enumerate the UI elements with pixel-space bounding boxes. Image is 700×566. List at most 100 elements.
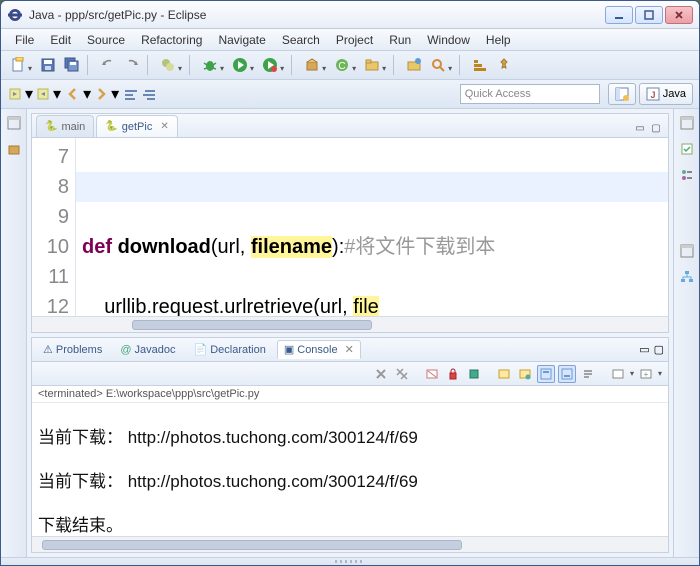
menu-edit[interactable]: Edit bbox=[42, 31, 79, 49]
menu-file[interactable]: File bbox=[7, 31, 42, 49]
new-folder-button[interactable] bbox=[361, 54, 383, 76]
next-annotation-button[interactable] bbox=[7, 86, 23, 102]
outline-icon[interactable] bbox=[679, 167, 695, 183]
sash[interactable] bbox=[1, 557, 699, 565]
word-wrap-icon[interactable] bbox=[579, 365, 597, 383]
editor-hscrollbar[interactable] bbox=[32, 316, 668, 332]
minimize-view-icon[interactable]: ▭ bbox=[632, 123, 648, 137]
prev-annotation-button[interactable] bbox=[35, 86, 51, 102]
remove-all-icon[interactable] bbox=[393, 365, 411, 383]
tab-declaration[interactable]: 📄Declaration bbox=[187, 340, 273, 359]
toggle-breadcrumb-button[interactable] bbox=[469, 54, 491, 76]
console-hscrollbar[interactable] bbox=[32, 536, 668, 552]
problems-icon: ⚠ bbox=[43, 343, 53, 356]
search-button[interactable] bbox=[427, 54, 449, 76]
code-content[interactable]: def download(url, filename):#将文件下载到本 url… bbox=[76, 138, 668, 316]
console-icon: ▣ bbox=[284, 343, 294, 356]
show-console-stderr-icon[interactable] bbox=[558, 365, 576, 383]
menu-navigate[interactable]: Navigate bbox=[210, 31, 273, 49]
forward-button[interactable] bbox=[93, 86, 109, 102]
clear-console-icon[interactable] bbox=[423, 365, 441, 383]
minimize-view-icon[interactable]: ▭ bbox=[639, 343, 649, 356]
redo-icon[interactable] bbox=[121, 54, 143, 76]
open-console-icon[interactable] bbox=[516, 365, 534, 383]
quick-access-input[interactable]: Quick Access bbox=[460, 84, 600, 104]
left-trim bbox=[1, 109, 27, 557]
console-toolbar: ▾ +▾ bbox=[32, 362, 668, 386]
titlebar[interactable]: Java - ppp/src/getPic.py - Eclipse bbox=[1, 1, 699, 29]
bottom-tabs: ⚠Problems @Javadoc 📄Declaration ▣Console… bbox=[32, 338, 668, 362]
declaration-icon: 📄 bbox=[194, 343, 208, 356]
open-type-button[interactable] bbox=[403, 54, 425, 76]
window-title: Java - ppp/src/getPic.py - Eclipse bbox=[29, 8, 605, 22]
svg-text:+: + bbox=[644, 370, 649, 379]
maximize-view-icon[interactable]: ▢ bbox=[648, 123, 664, 137]
quick-access-placeholder: Quick Access bbox=[465, 88, 531, 100]
restore-view-icon-2[interactable] bbox=[679, 243, 695, 259]
restore-view-icon[interactable] bbox=[679, 115, 695, 131]
save-button[interactable] bbox=[37, 54, 59, 76]
tab-javadoc[interactable]: @Javadoc bbox=[113, 341, 182, 359]
menu-project[interactable]: Project bbox=[328, 31, 381, 49]
new-console-icon[interactable]: + bbox=[637, 365, 655, 383]
menu-help[interactable]: Help bbox=[478, 31, 519, 49]
tab-console[interactable]: ▣Console✕ bbox=[277, 340, 361, 359]
pin-button[interactable] bbox=[493, 54, 515, 76]
tab-problems[interactable]: ⚠Problems bbox=[36, 340, 109, 359]
console-output[interactable]: 当前下载： http://photos.tuchong.com/300124/f… bbox=[32, 403, 668, 536]
center-stack: 🐍main 🐍 getPic ✕ ▭ ▢ 7 8 9 10 11 12 bbox=[27, 109, 673, 557]
undo-icon[interactable] bbox=[97, 54, 119, 76]
debug-button[interactable] bbox=[199, 54, 221, 76]
close-tab-icon[interactable]: ✕ bbox=[160, 121, 168, 132]
console-line: 当前下载： http://photos.tuchong.com/300124/f… bbox=[38, 471, 662, 493]
code-area[interactable]: 7 8 9 10 11 12 def download(url, filenam… bbox=[32, 138, 668, 316]
minimize-button[interactable] bbox=[605, 6, 633, 24]
pydev-icon[interactable] bbox=[157, 54, 179, 76]
new-class-button[interactable]: C bbox=[331, 54, 353, 76]
task-list-icon[interactable] bbox=[679, 141, 695, 157]
menubar: File Edit Source Refactoring Navigate Se… bbox=[1, 29, 699, 51]
back-button[interactable] bbox=[65, 86, 81, 102]
app-icon bbox=[7, 7, 23, 23]
open-perspective-button[interactable] bbox=[608, 83, 636, 105]
hierarchy-icon[interactable] bbox=[679, 269, 695, 285]
scroll-lock-icon[interactable] bbox=[444, 365, 462, 383]
menu-window[interactable]: Window bbox=[419, 31, 478, 49]
close-button[interactable] bbox=[665, 6, 693, 24]
menu-search[interactable]: Search bbox=[274, 31, 328, 49]
python-file-icon: 🐍 bbox=[45, 121, 57, 132]
maximize-button[interactable] bbox=[635, 6, 663, 24]
workarea: 🐍main 🐍 getPic ✕ ▭ ▢ 7 8 9 10 11 12 bbox=[1, 109, 699, 557]
maximize-view-icon[interactable]: ▢ bbox=[654, 343, 664, 356]
display-console-icon[interactable] bbox=[495, 365, 513, 383]
right-trim bbox=[673, 109, 699, 557]
menu-run[interactable]: Run bbox=[381, 31, 419, 49]
format-icon[interactable] bbox=[123, 86, 139, 102]
run-last-button[interactable] bbox=[259, 54, 281, 76]
pin-console-icon[interactable] bbox=[465, 365, 483, 383]
package-explorer-icon[interactable] bbox=[6, 141, 22, 157]
run-button[interactable] bbox=[229, 54, 251, 76]
java-perspective-button[interactable]: J Java bbox=[639, 83, 693, 105]
close-tab-icon[interactable]: ✕ bbox=[345, 343, 354, 356]
format-icon-2[interactable] bbox=[141, 86, 157, 102]
tab-label: getPic bbox=[122, 121, 153, 133]
main-toolbar: ▾ ▾ ▾ ▾ ▾ ▾ C▾ ▾ ▾ bbox=[1, 51, 699, 80]
line-number-gutter: 7 8 9 10 11 12 bbox=[32, 138, 76, 316]
new-package-button[interactable] bbox=[301, 54, 323, 76]
show-console-stdout-icon[interactable] bbox=[537, 365, 555, 383]
editor-tab-getpic[interactable]: 🐍getPic✕ bbox=[96, 115, 177, 137]
menu-refactor[interactable]: Refactoring bbox=[133, 31, 210, 49]
eclipse-window: Java - ppp/src/getPic.py - Eclipse File … bbox=[0, 0, 700, 566]
restore-view-icon[interactable] bbox=[6, 115, 22, 131]
console-line: 下载结束。 bbox=[38, 515, 662, 536]
svg-text:J: J bbox=[650, 90, 655, 100]
remove-launch-icon[interactable] bbox=[372, 365, 390, 383]
new-button[interactable] bbox=[7, 54, 29, 76]
save-all-button[interactable] bbox=[61, 54, 83, 76]
java-perspective-label: Java bbox=[663, 88, 686, 100]
menu-source[interactable]: Source bbox=[79, 31, 133, 49]
editor-tabs: 🐍main 🐍 getPic ✕ ▭ ▢ bbox=[32, 114, 668, 138]
editor-tab-main[interactable]: 🐍main bbox=[36, 115, 94, 137]
console-menu-icon[interactable] bbox=[609, 365, 627, 383]
